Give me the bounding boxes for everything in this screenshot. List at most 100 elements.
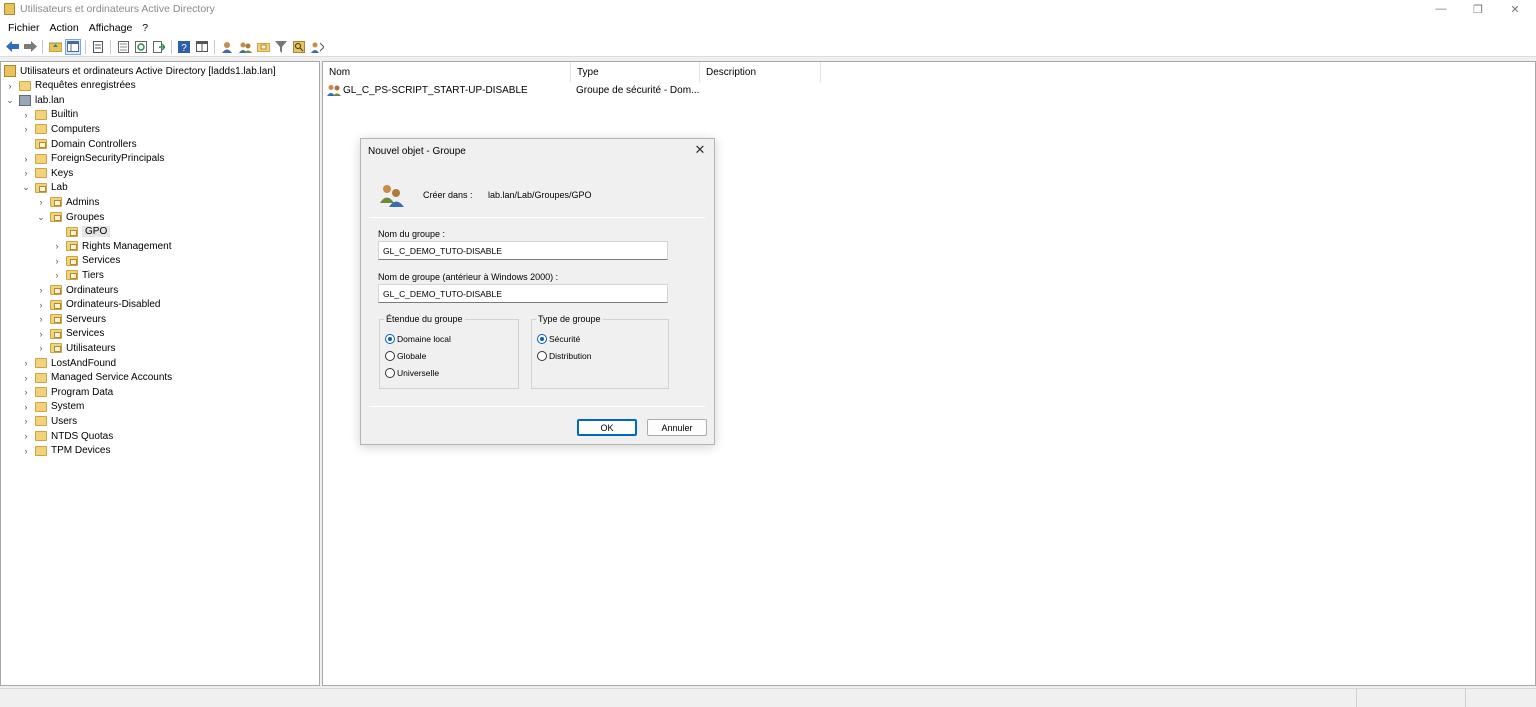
chevron-right-icon[interactable]: › [21,154,31,164]
tree-item[interactable]: › TPM Devices [21,444,111,458]
chevron-right-icon[interactable]: › [52,241,62,251]
column-header-description[interactable]: Description [700,62,821,82]
tree-item[interactable]: › Ordinateurs [36,283,119,297]
export-icon[interactable] [151,39,167,55]
chevron-right-icon[interactable]: › [21,431,31,441]
tree-item[interactable]: › Utilisateurs [36,341,116,355]
chevron-right-icon[interactable]: › [21,358,31,368]
chevron-right-icon[interactable]: › [36,314,46,324]
tree-item[interactable]: › Users [21,414,78,428]
tree-item[interactable]: › Ordinateurs-Disabled [36,298,161,312]
properties-icon[interactable] [115,39,131,55]
tree-item[interactable]: ⌄ Groupes [36,210,104,224]
chevron-down-icon[interactable]: ⌄ [21,182,31,193]
tree-item[interactable]: › LostAndFound [21,356,117,370]
show-hide-tree-icon[interactable] [65,38,81,55]
delete-icon[interactable] [90,39,106,55]
chevron-right-icon[interactable]: › [52,270,62,280]
type-securite-radio[interactable]: Sécurité [537,334,580,344]
tree-item-label: Domain Controllers [51,138,137,150]
list-item[interactable]: GL_C_PS-SCRIPT_START-UP-DISABLE Groupe d… [327,83,707,99]
menu-action[interactable]: Action [46,22,83,34]
dialog-close-button[interactable]: ✕ [692,142,708,158]
menu-help[interactable]: ? [138,22,152,34]
group-scope-title: Étendue du groupe [384,314,465,324]
chevron-right-icon[interactable]: › [36,300,46,310]
tree-item[interactable]: GPO [52,225,111,239]
chevron-right-icon[interactable]: › [21,110,31,120]
status-bar [0,688,1536,707]
tree-item[interactable]: › ForeignSecurityPrincipals [21,152,165,166]
console-tree-icon[interactable] [194,39,210,55]
chevron-right-icon[interactable]: › [5,81,15,91]
refresh-icon[interactable] [133,39,149,55]
chevron-right-icon[interactable]: › [36,329,46,339]
find-icon[interactable] [291,39,307,55]
add-to-group-icon[interactable] [309,39,325,55]
tree-item[interactable]: ⌄ lab.lan [5,93,64,107]
svg-text:?: ? [181,43,187,53]
scope-globale-radio[interactable]: Globale [385,351,426,361]
chevron-right-icon[interactable]: › [21,124,31,134]
tree-item[interactable]: › System [21,400,85,414]
chevron-right-icon[interactable]: › [21,416,31,426]
restore-button[interactable]: ❐ [1460,0,1496,18]
ok-button[interactable]: OK [577,419,637,436]
minimize-button[interactable]: — [1423,0,1459,18]
chevron-right-icon[interactable]: › [36,285,46,295]
tree-item[interactable]: › Builtin [21,108,79,122]
tree-item[interactable]: › Requêtes enregistrées [5,79,136,93]
column-header-nom[interactable]: Nom [323,62,571,82]
cancel-button[interactable]: Annuler [647,419,707,436]
chevron-right-icon[interactable]: › [21,387,31,397]
column-header-type[interactable]: Type [571,62,700,82]
tree-item[interactable]: › Admins [36,195,100,209]
tree-item[interactable]: › Computers [21,122,100,136]
dialog-separator [369,217,705,218]
ou-folder-icon [66,270,78,281]
tree-item[interactable]: › Program Data [21,385,114,399]
chevron-right-icon[interactable]: › [21,168,31,178]
group-name-pre2000-input[interactable] [378,284,668,303]
radio-label: Globale [397,351,427,361]
new-user-icon[interactable] [219,39,235,55]
scope-domaine-local-radio[interactable]: Domaine local [385,334,451,344]
help-icon[interactable]: ? [176,39,192,55]
domain-icon [19,94,31,106]
new-ou-icon[interactable] [255,39,271,55]
menu-affichage[interactable]: Affichage [85,22,137,34]
title-bar: Utilisateurs et ordinateurs Active Direc… [0,0,1536,18]
tree-item[interactable]: Utilisateurs et ordinateurs Active Direc… [4,64,276,78]
tree-item[interactable]: › NTDS Quotas [21,429,114,443]
chevron-right-icon[interactable]: › [21,373,31,383]
chevron-right-icon[interactable]: › [21,446,31,456]
tree-item[interactable]: › Services [36,327,105,341]
chevron-down-icon[interactable]: ⌄ [36,212,46,223]
menu-fichier[interactable]: Fichier [4,22,44,34]
type-distribution-radio[interactable]: Distribution [537,351,592,361]
tree-item[interactable]: › Managed Service Accounts [21,371,173,385]
tree-item-label: LostAndFound [51,357,117,369]
window-title: Utilisateurs et ordinateurs Active Direc… [20,3,215,15]
tree-item[interactable]: › Keys [21,166,74,180]
tree-item[interactable]: › Tiers [52,268,104,282]
close-window-button[interactable]: ✕ [1497,0,1533,18]
tree-item[interactable]: › Rights Management [52,239,172,253]
tree-item[interactable]: Domain Controllers [21,137,137,151]
scope-universelle-radio[interactable]: Universelle [385,368,439,378]
up-folder-icon[interactable] [47,39,63,55]
new-group-icon[interactable] [237,39,253,55]
chevron-down-icon[interactable]: ⌄ [5,95,15,106]
folder-icon [35,416,47,427]
tree-item[interactable]: ⌄ Lab [21,181,67,195]
forward-icon[interactable] [22,39,38,55]
back-icon[interactable] [4,39,20,55]
tree-item[interactable]: › Services [52,254,121,268]
chevron-right-icon[interactable]: › [36,343,46,353]
group-name-input[interactable] [378,241,668,260]
chevron-right-icon[interactable]: › [21,402,31,412]
tree-item[interactable]: › Serveurs [36,312,107,326]
chevron-right-icon[interactable]: › [52,256,62,266]
chevron-right-icon[interactable]: › [36,197,46,207]
filter-icon[interactable] [273,39,289,55]
